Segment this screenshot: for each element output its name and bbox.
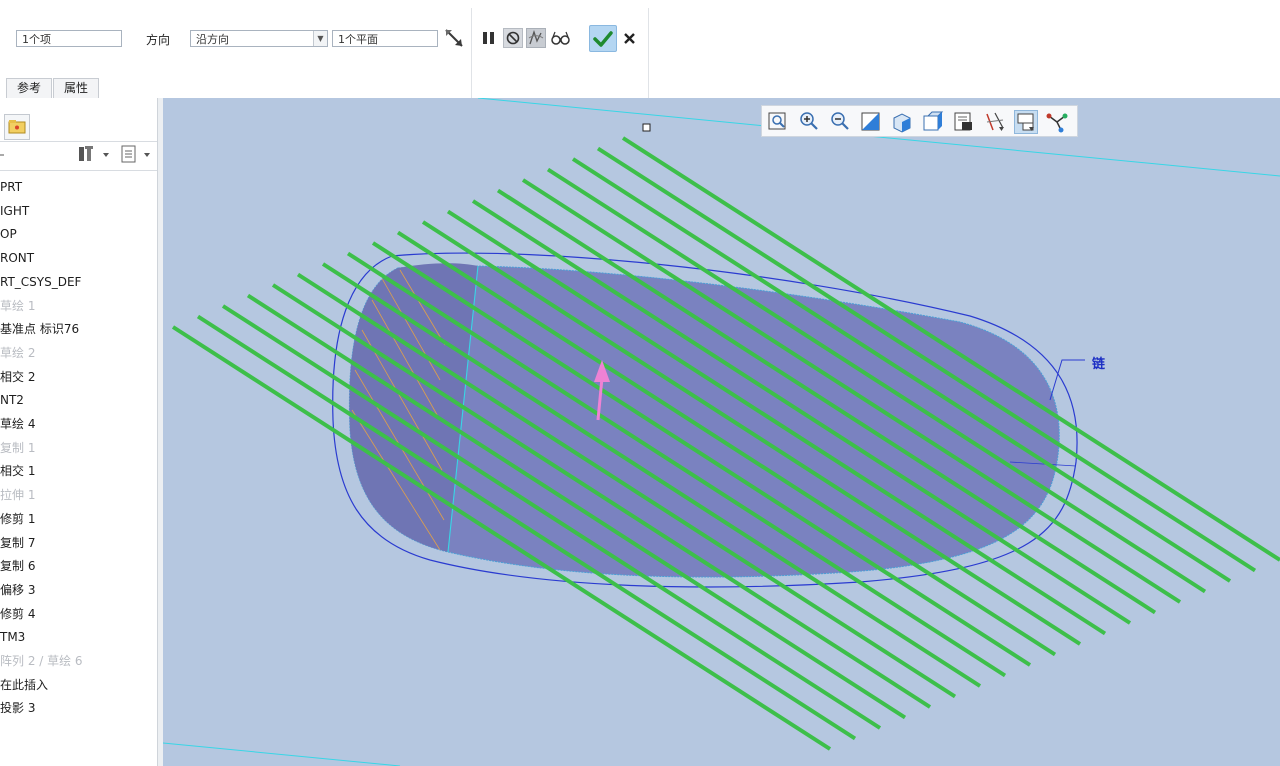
list-icon: [121, 145, 150, 163]
saved-orientations-icon: [923, 111, 944, 131]
model-tree-panel: PRT IGHT OP RONT RT_CSYS_DEF 草绘 1 基准点 标识76 草绘 2…: [0, 98, 163, 766]
tree-item[interactable]: NT2: [0, 391, 24, 409]
toolbar-separator: [648, 8, 649, 98]
spin-center-button[interactable]: [1045, 110, 1069, 134]
zoom-in-icon: [800, 112, 818, 130]
items-collector-value: 1个项: [22, 33, 51, 46]
refit-icon: [768, 112, 786, 130]
plane-collector-value: 1个平面: [338, 33, 378, 46]
cancel-icon: [624, 33, 635, 44]
zoom-out-button[interactable]: [828, 110, 852, 134]
tree-item[interactable]: 草绘 4: [0, 415, 35, 433]
repaint-button[interactable]: [859, 110, 883, 134]
dash-icon: [0, 154, 4, 156]
ok-check-icon: [593, 31, 613, 47]
selection-handle[interactable]: [642, 123, 651, 132]
tree-item[interactable]: 偏移 3: [0, 581, 35, 599]
tree-item[interactable]: 复制 7: [0, 534, 35, 552]
feature-dashboard: 1个项 方向 沿方向 ▼ 1个平面 参考 属性: [0, 0, 1280, 98]
tree-columns-button[interactable]: [120, 143, 156, 165]
chain-leader: [1049, 359, 1085, 401]
annotation-display-button[interactable]: [1014, 110, 1038, 134]
pause-button[interactable]: [479, 28, 499, 48]
view-manager-icon: [954, 112, 972, 131]
flip-direction-icon: [445, 29, 463, 47]
tree-item[interactable]: 修剪 4: [0, 605, 35, 623]
ok-button[interactable]: [589, 25, 617, 52]
display-style-icon: [893, 113, 911, 133]
direction-label: 方向: [146, 33, 171, 47]
tree-item[interactable]: 相交 1: [0, 462, 35, 480]
display-style-button[interactable]: [890, 110, 914, 134]
folder-browser-button[interactable]: [4, 114, 30, 140]
spin-center-icon: [1046, 113, 1068, 133]
glasses-icon: [551, 31, 570, 45]
flip-direction-button[interactable]: [443, 27, 465, 49]
preview-icon: [528, 29, 544, 45]
tree-item[interactable]: RONT: [0, 249, 34, 267]
plane-collector-field[interactable]: 1个平面: [332, 30, 438, 47]
tree-settings-button[interactable]: [77, 143, 113, 165]
tree-item[interactable]: 阵列 2 / 草绘 6: [0, 652, 83, 670]
direction-select[interactable]: 沿方向 ▼: [190, 30, 328, 47]
direction-select-value: 沿方向: [196, 33, 229, 46]
tree-item[interactable]: OP: [0, 225, 17, 243]
tree-item[interactable]: 草绘 2: [0, 344, 35, 362]
tab-properties-label: 属性: [63, 81, 88, 95]
tree-header-marker: [0, 148, 6, 162]
view-manager-button[interactable]: [952, 110, 976, 134]
chain-label: 链: [1092, 357, 1106, 372]
tree-item[interactable]: 在此插入: [0, 676, 48, 694]
tree-item[interactable]: 复制 6: [0, 557, 35, 575]
tree-item[interactable]: 基准点 标识76: [0, 320, 79, 338]
tree-item[interactable]: 修剪 1: [0, 510, 35, 528]
items-collector-field[interactable]: 1个项: [16, 30, 122, 47]
tools-icon: [79, 146, 109, 161]
panel-divider: [0, 141, 157, 142]
projection-hatch: [171, 136, 1280, 751]
panel-divider: [0, 170, 157, 171]
tree-item[interactable]: 草绘 1: [0, 297, 35, 315]
toolbar-separator: [471, 8, 472, 98]
datum-display-button[interactable]: [983, 110, 1007, 134]
tree-item[interactable]: IGHT: [0, 202, 29, 220]
tree-item[interactable]: TM3: [0, 628, 25, 646]
graphics-window[interactable]: [163, 98, 1280, 766]
datum-plane-edge: [163, 742, 401, 766]
tree-item[interactable]: PRT: [0, 178, 22, 196]
view-toolbar: [761, 105, 1078, 137]
tree-item[interactable]: 相交 2: [0, 368, 35, 386]
folder-icon: [8, 120, 26, 134]
no-preview-icon: [506, 31, 520, 45]
tab-properties[interactable]: 属性: [53, 78, 99, 98]
refit-button[interactable]: [766, 110, 790, 134]
model-scene: [163, 98, 1280, 766]
zoom-out-icon: [831, 112, 849, 130]
pause-icon: [483, 32, 494, 44]
preview-button[interactable]: [526, 28, 546, 48]
verify-button[interactable]: [550, 28, 570, 48]
datum-display-icon: [986, 112, 1004, 131]
tab-references[interactable]: 参考: [6, 78, 52, 98]
tree-item[interactable]: 投影 3: [0, 699, 35, 717]
tree-item[interactable]: RT_CSYS_DEF: [0, 273, 81, 291]
annotation-display-icon: [1017, 113, 1034, 131]
tree-item[interactable]: 拉伸 1: [0, 486, 35, 504]
cancel-button[interactable]: [621, 30, 641, 50]
saved-orientations-button[interactable]: [921, 110, 945, 134]
chevron-down-icon: ▼: [313, 31, 327, 46]
repaint-icon: [861, 112, 880, 131]
tab-references-label: 参考: [16, 81, 41, 95]
no-preview-button[interactable]: [503, 28, 523, 48]
tree-item[interactable]: 复制 1: [0, 439, 35, 457]
zoom-in-button[interactable]: [797, 110, 821, 134]
